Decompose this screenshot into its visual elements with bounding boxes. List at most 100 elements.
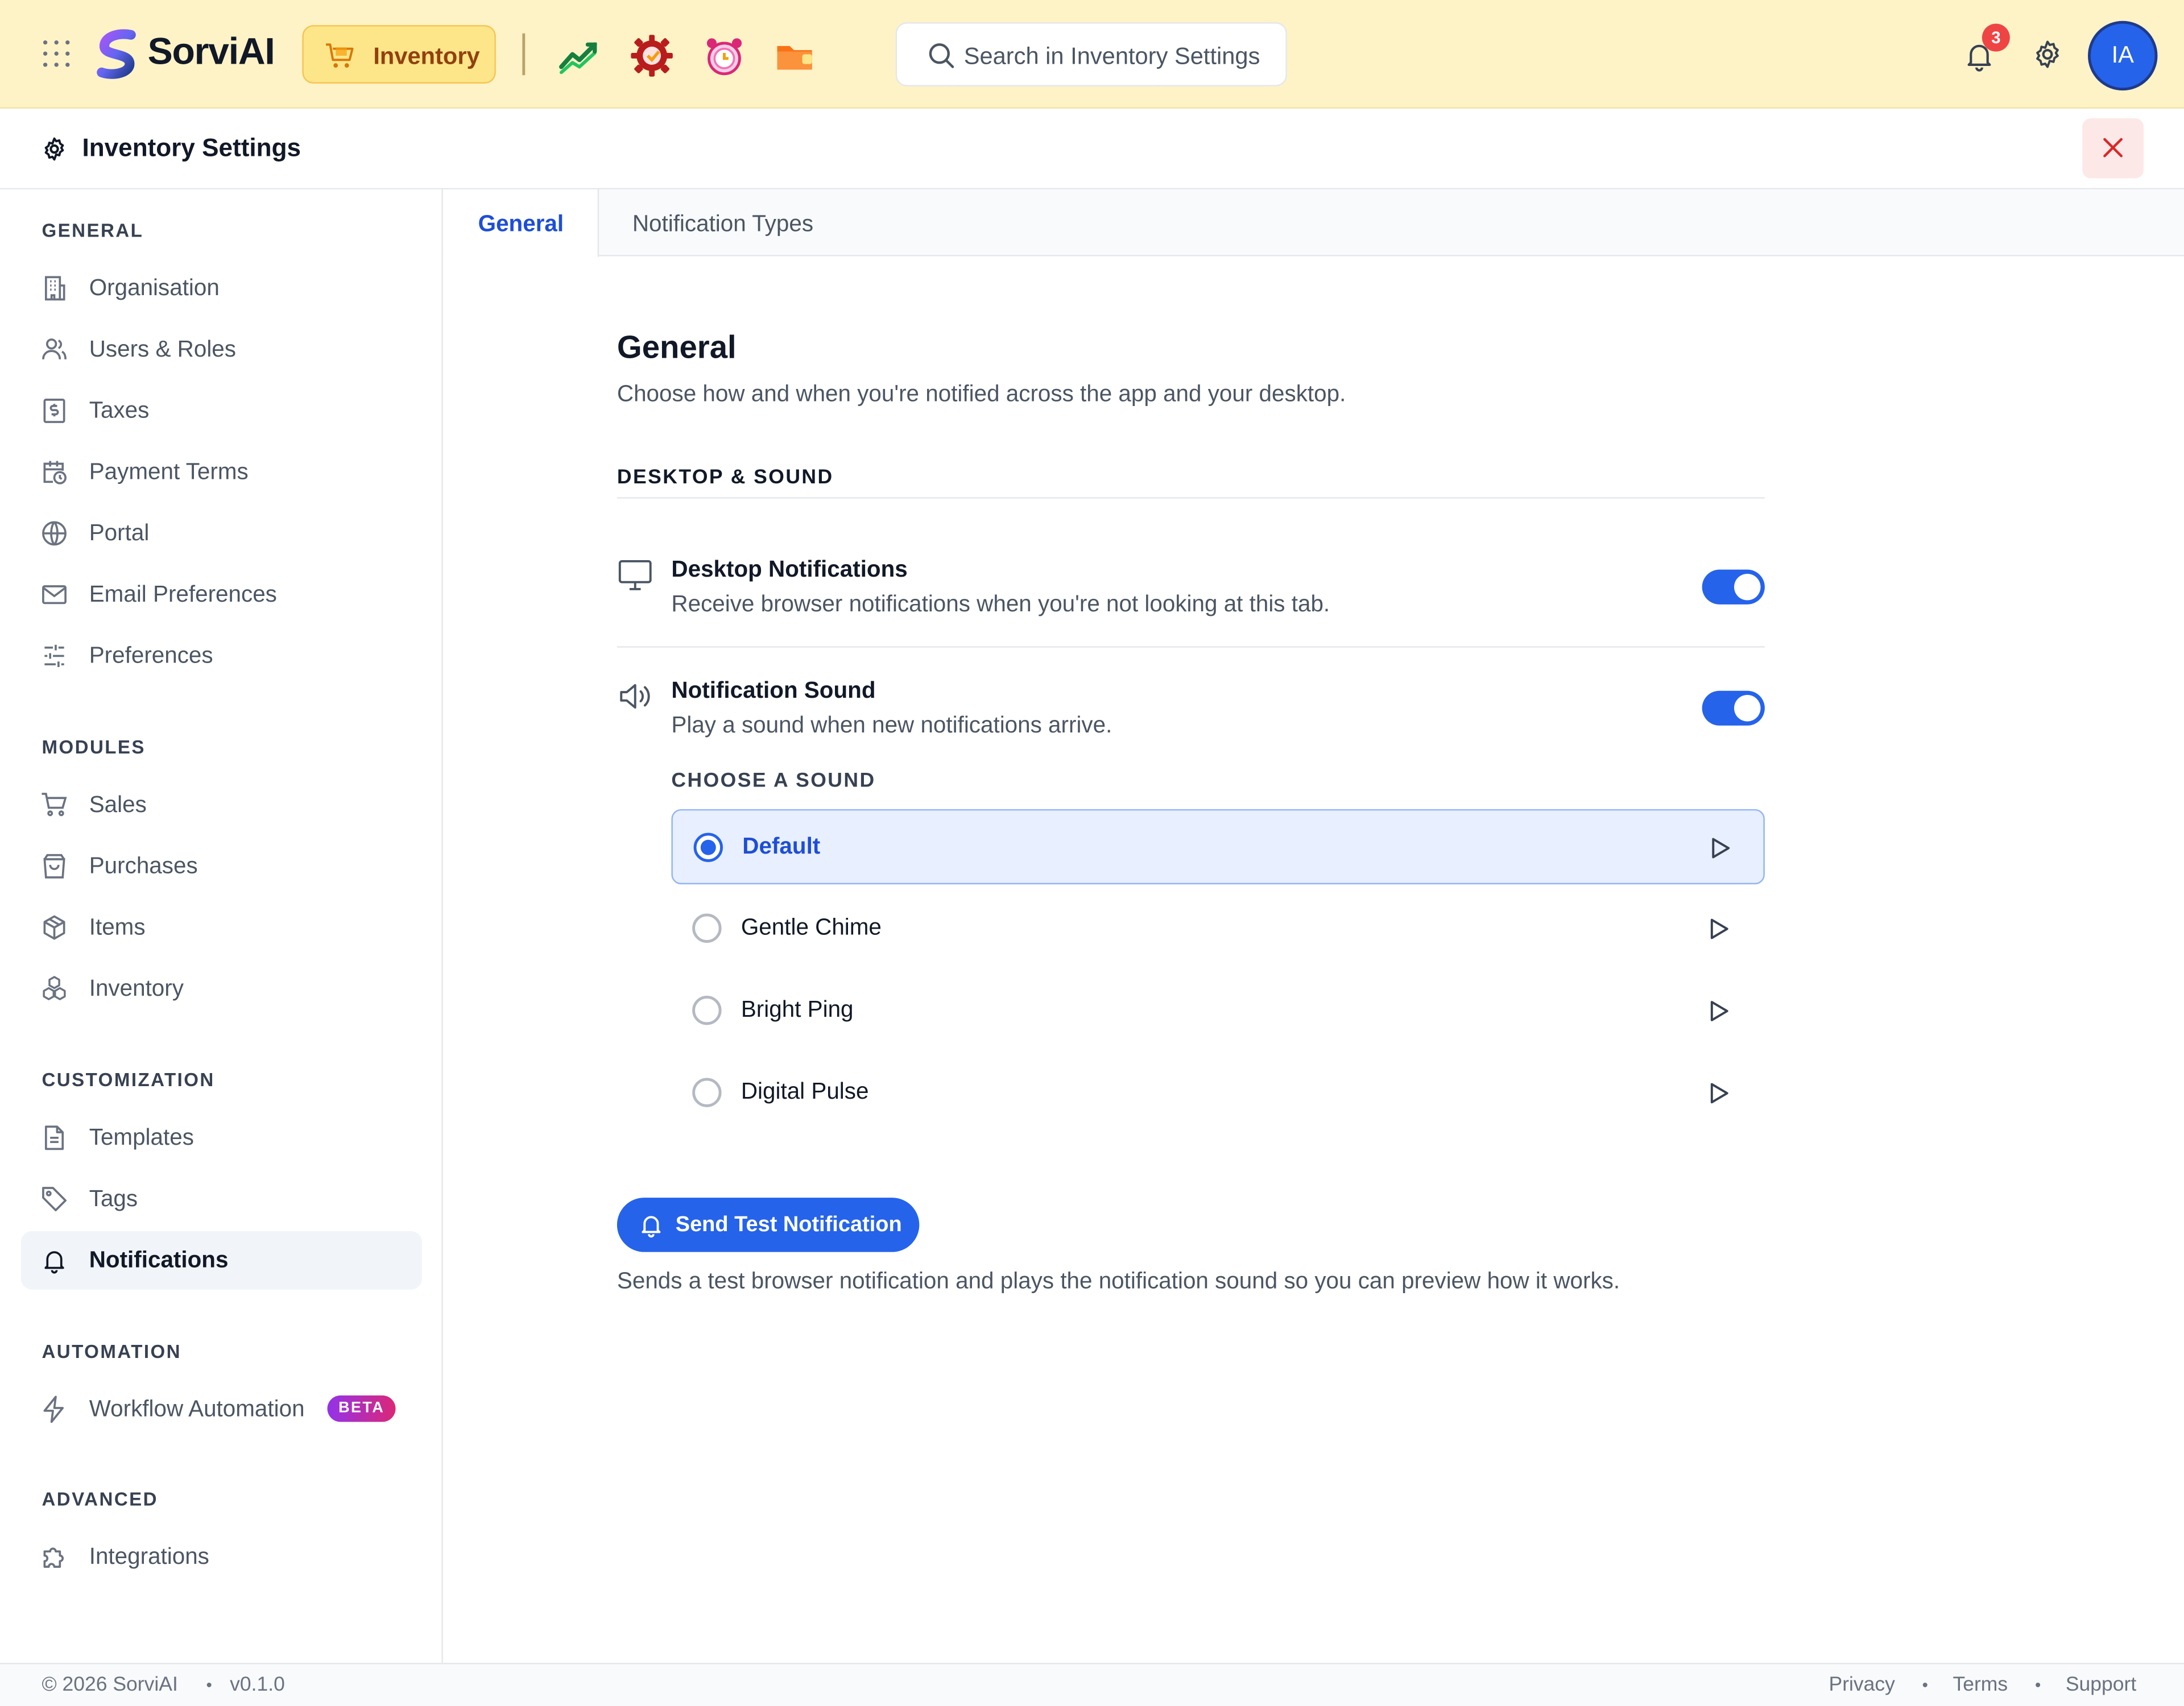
- footer-link-privacy[interactable]: Privacy: [1829, 1674, 1895, 1696]
- brand-logo-icon[interactable]: [95, 29, 142, 79]
- sidebar-item-tags[interactable]: Tags: [21, 1170, 422, 1228]
- settings-tabs: General Notification Types: [444, 189, 2184, 258]
- send-test-label: Send Test Notification: [675, 1213, 902, 1237]
- footer-link-terms[interactable]: Terms: [1953, 1674, 2008, 1696]
- sidebar-item-workflow-automation[interactable]: Workflow Automation BETA: [21, 1380, 422, 1439]
- sidebar-section-heading: MODULES: [42, 736, 146, 758]
- sound-radio[interactable]: [692, 996, 722, 1025]
- tag-icon: [40, 1185, 68, 1213]
- sidebar-section-heading: AUTOMATION: [42, 1341, 181, 1363]
- notification-sound-toggle[interactable]: [1702, 690, 1765, 726]
- copyright: © 2026 SorviAI: [42, 1674, 178, 1696]
- footer: © 2026 SorviAI • v0.1.0 Privacy • Terms …: [0, 1663, 2184, 1706]
- desktop-notifications-desc: Receive browser notifications when you'r…: [671, 591, 1330, 617]
- current-app-switcher[interactable]: Inventory: [302, 25, 496, 84]
- divider: [617, 646, 1765, 648]
- user-avatar[interactable]: IA: [2088, 20, 2158, 91]
- sound-radio[interactable]: [693, 833, 723, 862]
- sidebar-item-notifications[interactable]: Notifications: [20, 1231, 423, 1290]
- notification-sound-title: Notification Sound: [671, 678, 876, 703]
- beta-badge: BETA: [327, 1395, 396, 1422]
- cart-icon: [40, 791, 68, 819]
- sidebar-item-label: Inventory: [89, 976, 184, 1001]
- play-icon[interactable]: [1707, 835, 1732, 860]
- sidebar-item-label: Notifications: [89, 1248, 229, 1273]
- app-root: SorviAI Inventory Search in Inventory Se…: [0, 0, 2184, 1706]
- sidebar-item-organisation[interactable]: Organisation: [21, 259, 422, 318]
- bell-icon: [40, 1247, 68, 1274]
- play-icon[interactable]: [1706, 916, 1731, 941]
- sidebar-item-label: Tags: [89, 1186, 138, 1212]
- receipt-dollar-icon: [40, 397, 68, 425]
- play-icon[interactable]: [1706, 1080, 1731, 1105]
- sound-option-label: Gentle Chime: [741, 914, 882, 941]
- sidebar-item-taxes[interactable]: Taxes: [21, 382, 422, 440]
- close-icon: [2103, 138, 2123, 158]
- notification-count-badge: 3: [1982, 23, 2010, 52]
- settings-sidebar: GENERAL Organisation Users & Roles Taxes…: [0, 189, 443, 1663]
- monitor-icon: [617, 557, 653, 594]
- inventory-cart-icon: [325, 40, 355, 71]
- sound-option-label: Digital Pulse: [741, 1079, 869, 1105]
- sidebar-item-templates[interactable]: Templates: [21, 1108, 422, 1167]
- globe-icon: [40, 519, 68, 547]
- desktop-notifications-title: Desktop Notifications: [671, 557, 908, 582]
- sound-radio[interactable]: [692, 1078, 722, 1107]
- sidebar-item-items[interactable]: Items: [21, 898, 422, 957]
- sidebar-item-label: Taxes: [89, 398, 150, 424]
- tab-notification-types[interactable]: Notification Types: [632, 189, 813, 256]
- sidebar-item-label: Email Preferences: [89, 582, 277, 607]
- app-grid-icon[interactable]: [42, 39, 72, 70]
- settings-gear-app-icon[interactable]: [630, 34, 674, 78]
- search-box[interactable]: Search in Inventory Settings: [895, 22, 1287, 86]
- close-button[interactable]: [2082, 118, 2144, 179]
- sidebar-item-label: Sales: [89, 792, 147, 818]
- settings-gear-icon[interactable]: [2031, 38, 2065, 71]
- sidebar-section-heading: CUSTOMIZATION: [42, 1069, 215, 1091]
- footer-separator: •: [1922, 1675, 1928, 1695]
- sidebar-item-label: Payment Terms: [89, 459, 249, 485]
- footer-separator: •: [206, 1675, 212, 1695]
- sound-option-digital-pulse[interactable]: Digital Pulse: [671, 1055, 1764, 1131]
- sidebar-item-portal[interactable]: Portal: [21, 504, 422, 563]
- sidebar-section-heading: GENERAL: [42, 220, 144, 241]
- sidebar-item-label: Integrations: [89, 1544, 209, 1570]
- sound-option-label: Bright Ping: [741, 997, 854, 1022]
- sound-option-bright-ping[interactable]: Bright Ping: [671, 974, 1764, 1049]
- puzzle-icon: [40, 1543, 68, 1571]
- footer-link-support[interactable]: Support: [2066, 1674, 2136, 1696]
- sidebar-item-sales[interactable]: Sales: [21, 776, 422, 834]
- version: v0.1.0: [230, 1674, 285, 1696]
- sidebar-item-inventory[interactable]: Inventory: [21, 959, 422, 1018]
- play-icon[interactable]: [1706, 999, 1731, 1024]
- folder-app-icon[interactable]: [773, 34, 817, 78]
- growth-chart-icon[interactable]: [557, 34, 602, 78]
- sound-option-label: Default: [742, 834, 821, 860]
- sidebar-item-label: Preferences: [89, 643, 213, 669]
- alarm-clock-icon[interactable]: [702, 34, 746, 78]
- section-title: General: [617, 328, 737, 365]
- sidebar-item-integrations[interactable]: Integrations: [21, 1528, 422, 1587]
- current-app-label: Inventory: [373, 43, 480, 70]
- tab-general[interactable]: General: [444, 189, 599, 258]
- search-input[interactable]: Search in Inventory Settings: [964, 43, 1260, 71]
- sidebar-item-purchases[interactable]: Purchases: [21, 837, 422, 896]
- sidebar-item-label: Organisation: [89, 275, 220, 301]
- sidebar-item-payment-terms[interactable]: Payment Terms: [21, 443, 422, 502]
- sidebar-item-preferences[interactable]: Preferences: [21, 627, 422, 685]
- send-test-notification-button[interactable]: Send Test Notification: [617, 1198, 920, 1252]
- desktop-notifications-toggle[interactable]: [1702, 569, 1765, 604]
- sidebar-item-email-preferences[interactable]: Email Preferences: [21, 565, 422, 624]
- users-icon: [40, 336, 68, 363]
- sound-radio[interactable]: [692, 913, 722, 943]
- lightning-icon: [40, 1396, 68, 1423]
- sidebar-item-users-roles[interactable]: Users & Roles: [21, 320, 422, 379]
- sound-option-gentle-chime[interactable]: Gentle Chime: [671, 891, 1764, 966]
- sound-option-default[interactable]: Default: [671, 809, 1765, 885]
- sidebar-item-label: Workflow Automation: [89, 1397, 305, 1422]
- group-heading: DESKTOP & SOUND: [617, 466, 834, 489]
- settings-gear-icon: [40, 135, 68, 163]
- search-icon: [928, 42, 956, 69]
- sidebar-item-label: Purchases: [89, 854, 198, 879]
- calendar-clock-icon: [40, 458, 68, 486]
